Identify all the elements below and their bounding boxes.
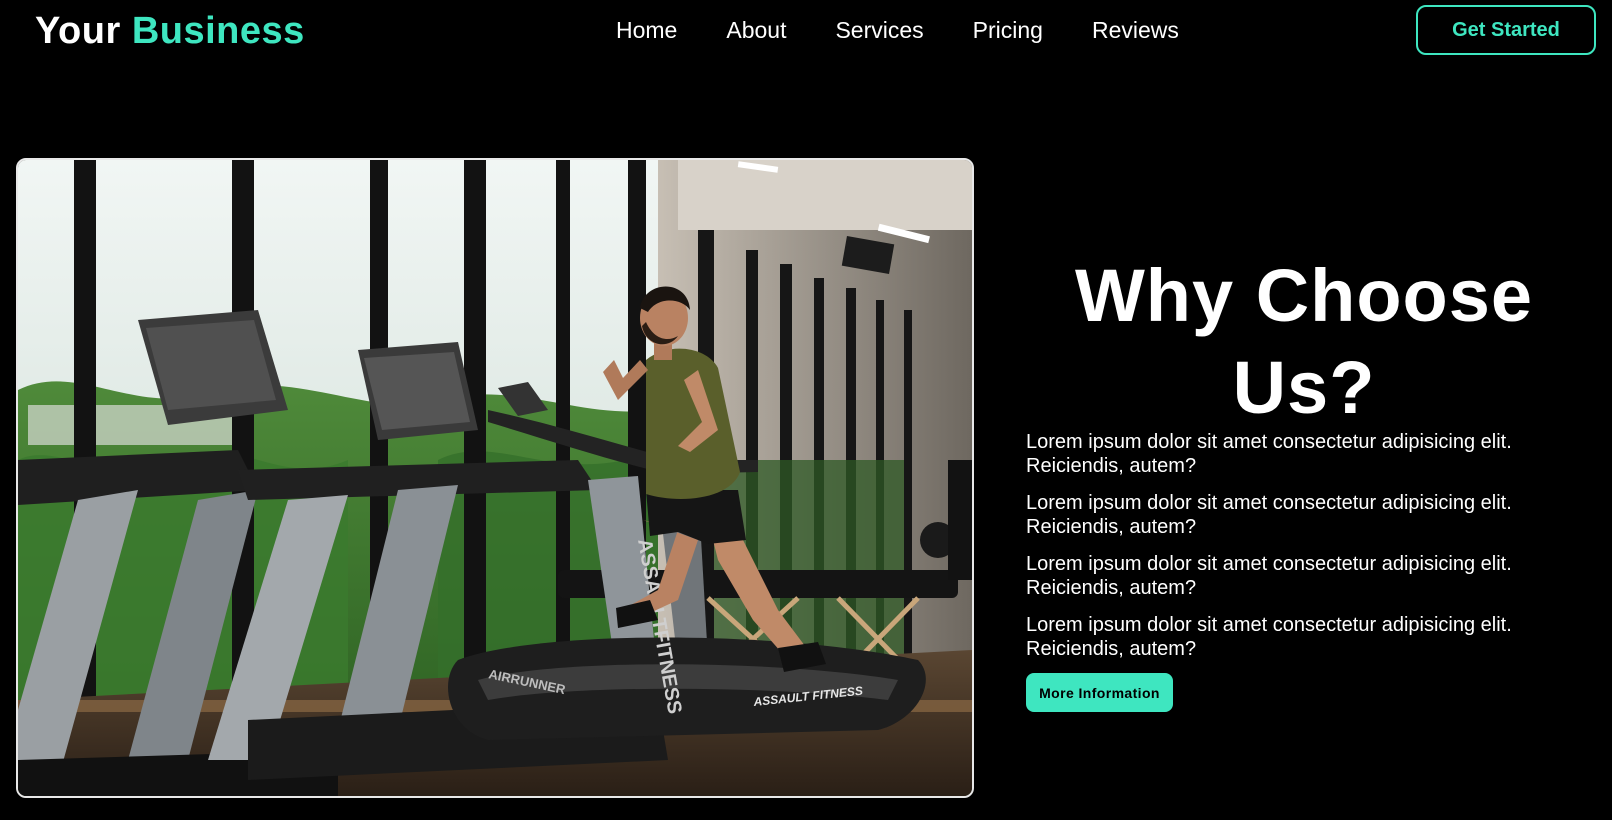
nav-link-services[interactable]: Services [835,14,923,46]
nav-link-pricing[interactable]: Pricing [973,14,1043,46]
brand-word-2: Business [131,10,305,52]
brand-word-1: Your [35,10,121,52]
more-information-button[interactable]: More Information [1026,673,1173,712]
gym-treadmill-photo: ASSAULTFITNESS AIRRUNNER ASSAULT FITNESS [16,158,974,798]
benefit-item: Lorem ipsum dolor sit amet consectetur a… [1026,614,1512,660]
benefit-item: Lorem ipsum dolor sit amet consectetur a… [1026,431,1512,477]
main-menu: Home About Services Pricing Reviews [616,14,1228,46]
benefit-item: Lorem ipsum dolor sit amet consectetur a… [1026,492,1512,538]
brand-logo[interactable]: Your Business [35,8,305,54]
nav-link-home[interactable]: Home [616,14,677,46]
get-started-button[interactable]: Get Started [1416,5,1596,55]
section-heading: Why Choose Us? [1074,254,1534,429]
benefit-item: Lorem ipsum dolor sit amet consectetur a… [1026,553,1512,599]
nav-link-reviews[interactable]: Reviews [1092,14,1179,46]
top-navbar: Your Business Home About Services Pricin… [0,0,1612,60]
benefit-list: Lorem ipsum dolor sit amet consectetur a… [1026,430,1586,674]
why-choose-us-section: Why Choose Us? [1026,250,1582,434]
nav-link-about[interactable]: About [726,14,786,46]
